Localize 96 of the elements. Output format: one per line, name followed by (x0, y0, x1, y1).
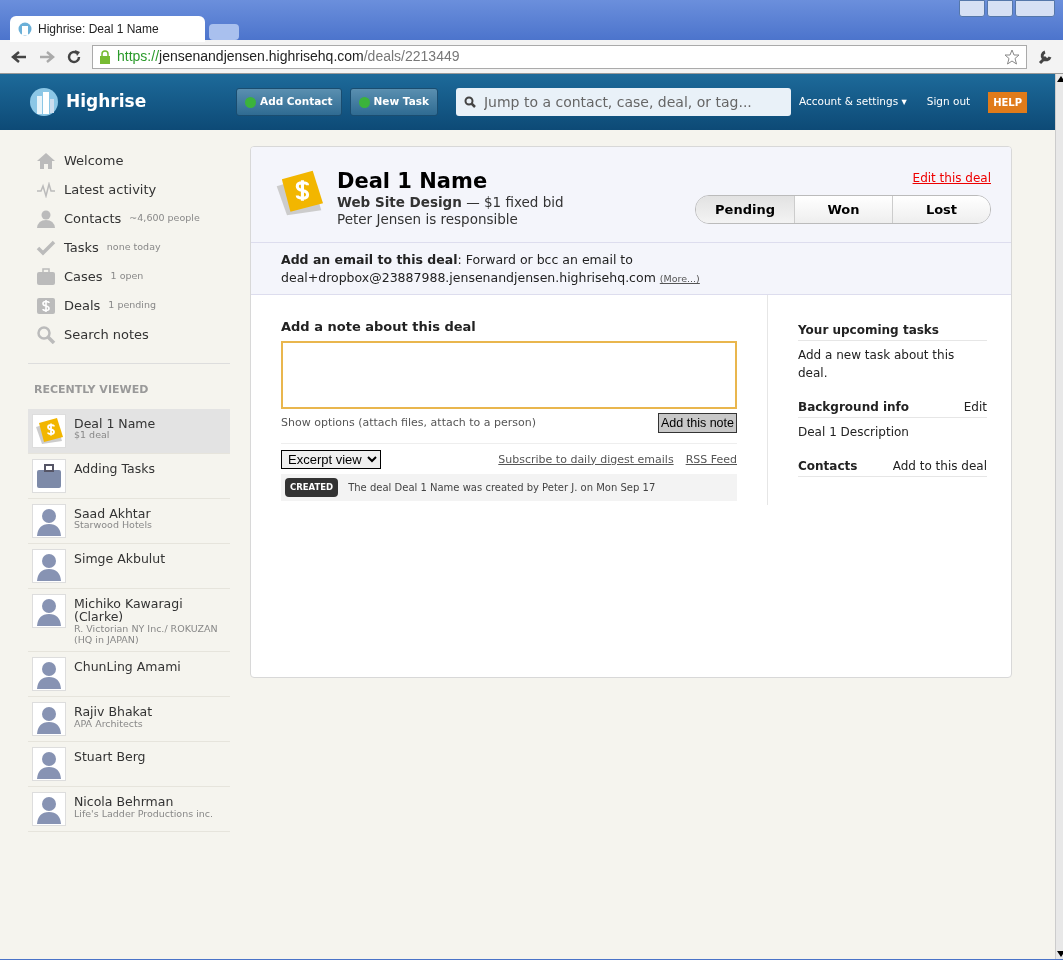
nav-link[interactable]: Latest activity (64, 179, 157, 200)
edit-deal-link[interactable]: Edit this deal (695, 169, 991, 187)
deal-summary: Web Site Design — $1 fixed bid (337, 194, 565, 212)
show-options-link[interactable]: Show options (281, 415, 355, 429)
status-button[interactable]: Pending (696, 196, 794, 223)
recent-item-subtitle: R. Victorian NY Inc./ ROKUZAN (HQ in JAPAN) (74, 624, 219, 646)
options-text: Show options (attach files, attach to a person) (281, 414, 536, 431)
tab-title: Highrise: Deal 1 Name (38, 21, 159, 38)
nav-count: none today (106, 240, 161, 255)
activity-icon (36, 181, 56, 198)
recent-item[interactable]: Simge Akbulut (28, 543, 230, 589)
responsible-text: Peter Jensen is responsible (337, 211, 519, 228)
recent-item-name: Deal 1 Name (74, 416, 156, 431)
scroll-down-icon[interactable] (1056, 949, 1063, 959)
recent-item-name: Michiko Kawaragi (Clarke) (74, 596, 184, 624)
note-heading: Add a note about this deal (281, 318, 477, 337)
nav-link[interactable]: Search notes (64, 324, 149, 345)
add-contact-button[interactable]: Add Contact (236, 88, 342, 116)
recent-item-subtitle: $1 deal (74, 430, 111, 442)
add-contact-link[interactable]: Add to this deal (892, 457, 987, 476)
background-heading: Background info (798, 399, 910, 417)
nav-count: 1 pending (108, 298, 157, 313)
recent-item[interactable]: Rajiv Bhakat APA Architects (28, 696, 230, 742)
recent-item-subtitle: APA Architects (74, 718, 144, 730)
recent-item-name: Saad Akhtar (74, 506, 152, 521)
email-instructions: Add an email to this deal: Forward or bcc an email to (281, 250, 634, 269)
home-icon (36, 151, 56, 170)
tasks-heading: Your upcoming tasks (798, 322, 939, 340)
logo-icon (28, 87, 60, 117)
recent-item-name: Simge Akbulut (74, 551, 166, 566)
scrollbar[interactable] (1055, 74, 1063, 959)
reload-icon[interactable] (66, 48, 82, 65)
search-icon (463, 96, 476, 108)
recent-item[interactable]: Deal 1 Name $1 deal (28, 408, 230, 454)
search-field[interactable]: Jump to a contact, case, deal, or tag... (455, 88, 791, 116)
status-button[interactable]: Lost (892, 196, 990, 223)
person-icon (36, 209, 56, 228)
nav-link[interactable]: Tasks (64, 237, 99, 258)
account-settings-link[interactable]: Account & settings ▾ (798, 94, 907, 110)
forward-icon[interactable] (38, 48, 56, 65)
search-icon (36, 325, 56, 344)
nav-count: 1 open (110, 269, 144, 284)
maximize-button[interactable] (987, 0, 1013, 17)
created-badge: CREATED (285, 478, 339, 498)
dollar-icon (36, 296, 56, 315)
back-icon[interactable] (10, 48, 28, 65)
address-bar[interactable]: https://jensenandjensen.highrisehq.com/deals/2213449 (92, 44, 1027, 69)
browser-tab[interactable]: Highrise: Deal 1 Name (10, 16, 205, 42)
briefcase-icon (35, 462, 63, 489)
lock-icon (99, 49, 111, 64)
recent-item-name: Rajiv Bhakat (74, 704, 153, 719)
add-task-link[interactable]: Add a new task (798, 348, 891, 363)
recent-item-name: Adding Tasks (74, 461, 155, 476)
new-task-button[interactable]: New Task (349, 88, 438, 116)
nav-link[interactable]: Cases (64, 266, 103, 287)
recent-item-name: ChunLing Amami (74, 659, 181, 674)
tasks-text: Add a new task about this deal. (798, 347, 956, 383)
section-heading: RECENTLY VIEWED (34, 383, 149, 396)
recent-item[interactable]: Stuart Berg (28, 741, 230, 787)
checkmark-icon (36, 239, 56, 256)
background-text: Deal 1 Description (798, 424, 910, 442)
subscribe-link[interactable]: Subscribe to daily digest emails (498, 451, 674, 469)
note-field[interactable] (281, 340, 737, 409)
logo-text: Highrise (66, 90, 147, 114)
rss-feed-link[interactable]: RSS Feed (685, 451, 737, 469)
recent-item-subtitle: Life's Ladder Productions inc. (74, 808, 214, 820)
recent-item[interactable]: Michiko Kawaragi (Clarke) R. Victorian NY Inc./ ROKUZAN (HQ in JAPAN) (28, 588, 230, 652)
nav-link[interactable]: Welcome (64, 150, 124, 171)
briefcase-icon (36, 267, 56, 286)
url-text: https://jensenandjensen.highrisehq.com/deals/2213449 (117, 47, 460, 66)
minimize-button[interactable] (959, 0, 985, 17)
close-button[interactable] (1015, 0, 1055, 17)
recent-item-subtitle: Starwood Hotels (74, 520, 153, 532)
edit-link[interactable]: Edit (963, 398, 987, 417)
recent-item[interactable]: Nicola Behrman Life's Ladder Productions inc. (28, 786, 230, 832)
deal-icon (34, 416, 64, 445)
recent-item[interactable]: ChunLing Amami (28, 651, 230, 697)
nav-link[interactable]: Contacts (64, 208, 122, 229)
add-note-button[interactable]: Add this note (658, 412, 737, 434)
sign-out-link[interactable]: Sign out (926, 94, 971, 110)
app-logo-icon (18, 22, 32, 36)
contacts-heading: Contacts (798, 458, 858, 476)
recent-item[interactable]: Saad Akhtar Starwood Hotels (28, 498, 230, 544)
status-button[interactable]: Won (794, 196, 892, 223)
recent-item-name: Nicola Behrman (74, 794, 175, 809)
recent-item[interactable]: Adding Tasks (28, 453, 230, 499)
nav-link[interactable]: Deals (64, 295, 101, 316)
feed-text: The deal Deal 1 Name was created by Peter J. on Mon Sep 17 (348, 481, 656, 496)
view-select[interactable]: Excerpt view (281, 450, 381, 470)
recent-item-name: Stuart Berg (74, 749, 146, 764)
deal-title: Deal 1 Name (337, 169, 489, 195)
star-icon[interactable] (1004, 48, 1020, 65)
wrench-icon[interactable] (1037, 48, 1053, 65)
nav-count: ~4,600 people (129, 211, 200, 226)
more-link[interactable]: (More...) (659, 273, 700, 285)
dropbox-email-link[interactable]: deal+dropbox@23887988.jensenandjensen.highrisehq.com (281, 270, 656, 286)
